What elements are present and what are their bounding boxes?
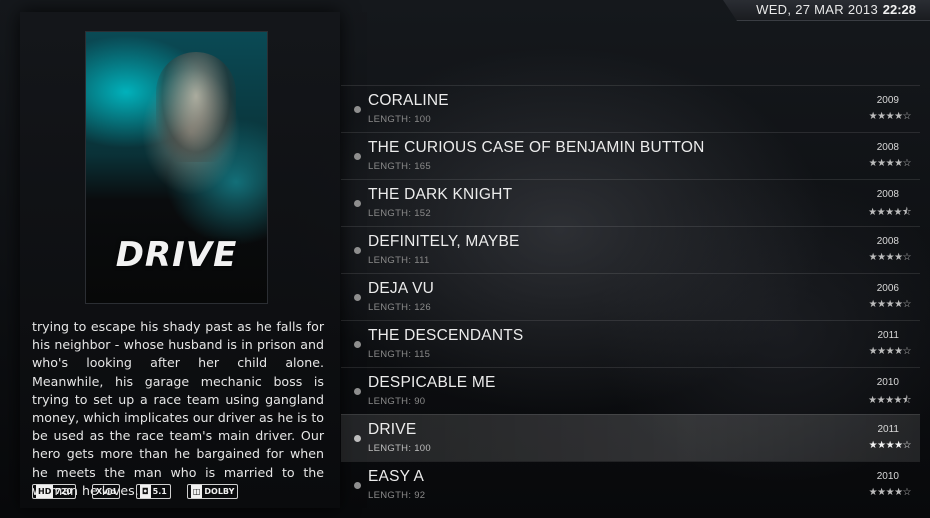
rating-stars-icon: ★★★★⯪ [868,395,911,406]
rating-stars-icon: ★★★★☆ [868,440,912,451]
plot-text: trying to escape his shady past as he fa… [32,319,324,498]
movie-length: LENGTH: 152 [368,208,431,219]
codec-flag: Xvid [92,484,120,499]
bullet-icon [354,200,361,207]
movie-year: 2008 [876,189,899,200]
bullet-icon [354,247,361,254]
movie-year: 2011 [877,424,899,435]
movie-poster: DRIVE [85,31,268,304]
list-item[interactable]: THE DESCENDANTS LENGTH: 115 2011 ★★★★☆ [341,320,920,367]
bullet-icon [354,341,361,348]
movie-length: LENGTH: 165 [368,161,431,172]
resolution-value: 720 [55,487,73,496]
resolution-flag: HD 720 [32,484,77,499]
dolby-icon: ◫ [190,485,203,498]
movie-year: 2010 [876,471,899,482]
rating-stars-icon: ★★★★⯪ [868,207,911,218]
movie-year: 2006 [876,283,899,294]
movie-length: LENGTH: 100 [368,114,431,125]
channels-flag: ◘ 5.1 [135,484,171,499]
audio-codec-label: DOLBY [204,487,235,496]
rating-stars-icon: ★★★★☆ [868,158,912,169]
movie-title: CORALINE [368,92,449,109]
resolution-label: HD [36,485,54,498]
rating-stars-icon: ★★★★☆ [868,346,912,357]
bullet-icon [354,435,361,442]
bullet-icon [354,388,361,395]
poster-figure [156,52,236,162]
movie-title: THE CURIOUS CASE OF BENJAMIN BUTTON [368,139,705,156]
list-item[interactable]: DEFINITELY, MAYBE LENGTH: 111 2008 ★★★★☆ [341,226,920,273]
rating-stars-icon: ★★★★☆ [868,111,912,122]
movie-length: LENGTH: 100 [368,443,431,454]
list-item[interactable]: DEJA VU LENGTH: 126 2006 ★★★★☆ [341,273,920,320]
list-item[interactable]: EASY A LENGTH: 92 2010 ★★★★☆ [341,461,920,508]
list-item[interactable]: THE DARK KNIGHT LENGTH: 152 2008 ★★★★⯪ [341,179,920,226]
rating-stars-icon: ★★★★☆ [868,299,912,310]
codec-label: Xvid [96,487,116,496]
bullet-icon [354,153,361,160]
list-item[interactable]: CORALINE LENGTH: 100 2009 ★★★★☆ [341,85,920,132]
movie-length: LENGTH: 111 [368,255,430,266]
rating-stars-icon: ★★★★☆ [868,252,912,263]
rating-stars-icon: ★★★★☆ [868,487,912,498]
movie-length: LENGTH: 92 [368,490,426,501]
movie-length: LENGTH: 115 [368,349,431,360]
movie-year: 2011 [877,330,899,341]
movie-length: LENGTH: 90 [368,396,426,407]
movie-length: LENGTH: 126 [368,302,431,313]
movie-title: THE DARK KNIGHT [368,186,513,203]
poster-title: DRIVE [115,235,238,275]
date-label: WED, 27 MAR 2013 [756,2,878,17]
bullet-icon [354,482,361,489]
movie-title: THE DESCENDANTS [368,327,524,344]
movie-title: DRIVE [368,421,417,438]
movie-year: 2009 [876,95,899,106]
movie-year: 2008 [876,236,899,247]
channels-label: 5.1 [152,487,167,496]
audio-codec-flag: ◫ DOLBY [186,484,239,499]
time-label: 22:28 [882,2,916,17]
movie-title: DEJA VU [368,280,435,297]
movie-list: CORALINE LENGTH: 100 2009 ★★★★☆ THE CURI… [341,85,920,508]
movie-title: DESPICABLE ME [368,374,496,391]
bullet-icon [354,106,361,113]
movie-year: 2010 [876,377,899,388]
movie-title: DEFINITELY, MAYBE [368,233,520,250]
movie-year: 2008 [876,142,899,153]
movie-title: EASY A [368,468,425,485]
speaker-icon: ◘ [139,485,151,498]
media-flags: HD 720 Xvid ◘ 5.1 ◫ DOLBY [32,484,239,499]
list-item[interactable]: DESPICABLE ME LENGTH: 90 2010 ★★★★⯪ [341,367,920,414]
list-item-selected[interactable]: DRIVE LENGTH: 100 2011 ★★★★☆ [341,414,920,461]
list-item[interactable]: THE CURIOUS CASE OF BENJAMIN BUTTON LENG… [341,132,920,179]
bullet-icon [354,294,361,301]
clock-panel: WED, 27 MAR 2013 22:28 [723,0,930,21]
